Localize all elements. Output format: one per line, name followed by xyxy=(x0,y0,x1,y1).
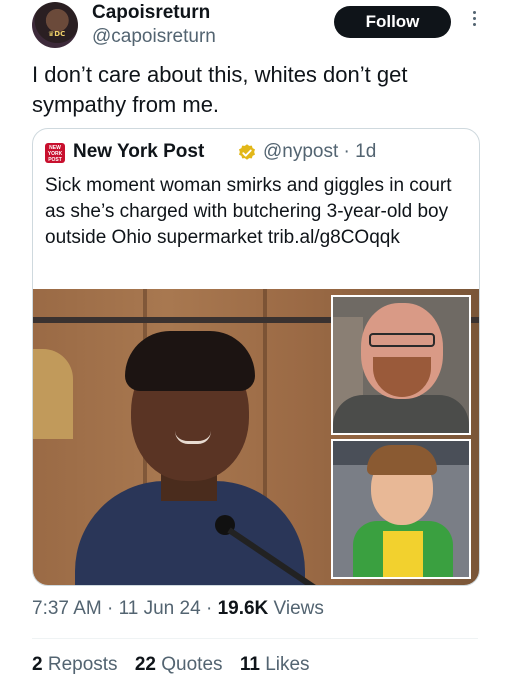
views-label: Views xyxy=(273,598,324,619)
tweet-time[interactable]: 7:37 AM xyxy=(32,598,102,619)
follow-button[interactable]: Follow xyxy=(334,6,451,38)
author-display-name[interactable]: Capoisreturn xyxy=(92,2,210,24)
reposts-label: Reposts xyxy=(47,654,118,675)
quotes-stat[interactable]: 22 Quotes xyxy=(135,654,223,675)
tweet-metadata: 7:37 AM · 11 Jun 24 · 19.6K Views xyxy=(32,598,324,620)
author-avatar[interactable]: ♛DC xyxy=(32,2,78,48)
author-handle[interactable]: @capoisreturn xyxy=(92,26,216,48)
reposts-stat[interactable]: 2 Reposts xyxy=(32,654,118,675)
tweet-header: ♛DC Capoisreturn @capoisreturn Follow xyxy=(32,0,482,56)
inset-photo-man xyxy=(331,295,471,435)
meta-separator: · xyxy=(205,598,213,619)
nypost-logo: NEW YORK POST xyxy=(45,143,65,163)
quoted-tweet-media[interactable] xyxy=(33,289,479,585)
tweet-date[interactable]: 11 Jun 24 xyxy=(119,598,201,619)
reposts-count: 2 xyxy=(32,654,43,675)
tweet-text: I don’t care about this, whites don’t ge… xyxy=(32,62,408,117)
likes-label: Likes xyxy=(265,654,310,675)
quotes-count: 22 xyxy=(134,654,156,675)
more-options-icon[interactable] xyxy=(469,8,479,34)
quoted-source-name: New York Post xyxy=(73,141,205,162)
meta-separator: · xyxy=(107,598,114,619)
quotes-label: Quotes xyxy=(161,654,223,675)
likes-stat[interactable]: 11 Likes xyxy=(240,654,310,675)
avatar-logo-text: ♛DC xyxy=(48,30,66,38)
divider xyxy=(32,638,478,639)
likes-count: 11 xyxy=(239,654,260,675)
quoted-source-handle: @nypost · 1d xyxy=(263,141,377,162)
defendant-figure xyxy=(75,331,315,585)
quoted-tweet-text: Sick moment woman smirks and giggles in … xyxy=(45,175,452,248)
views-count: 19.6K xyxy=(217,598,269,619)
quoted-tweet-header: NEW YORK POST New York Post @nypost · 1d xyxy=(45,141,465,165)
verified-badge-icon xyxy=(239,144,255,160)
quoted-tweet-card[interactable]: NEW YORK POST New York Post @nypost · 1d… xyxy=(32,128,480,586)
inset-photo-child xyxy=(331,439,471,579)
engagement-stats: 2 Reposts 22 Quotes 11 Likes xyxy=(32,654,322,676)
